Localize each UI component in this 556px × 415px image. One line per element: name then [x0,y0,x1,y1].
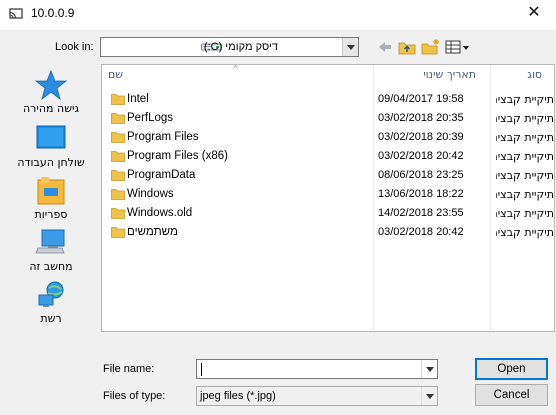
place-quick-access[interactable]: גישה מהירה [6,70,96,122]
folder-icon [111,227,125,238]
file-name: PerfLogs [127,112,174,124]
file-row[interactable]: Program Files 03/02/2018 20:39 תיקיית קבצי… [102,128,554,147]
file-date: 13/06/2018 18:22 [378,188,464,200]
look-in-label: Look in: [55,41,94,53]
sort-ascending-icon: ^ [233,64,238,75]
file-date: 03/02/2018 20:35 [378,112,464,124]
look-in-dropdown[interactable]: דיסק מקומי (C:) [100,37,359,57]
file-list[interactable]: שם ^ תאריך שינוי סוג Intel 09/04/2017 19:… [101,64,555,332]
star-icon [35,70,67,100]
place-label: מחשב זה [29,260,73,273]
chevron-down-icon[interactable] [421,360,437,378]
place-network[interactable]: רשת [6,280,96,332]
column-header-type[interactable]: סוג [490,65,554,86]
file-type: תיקיית קבצים [496,226,554,239]
up-folder-icon [398,42,416,55]
folder-icon [111,113,125,124]
cancel-button[interactable]: Cancel [475,384,548,406]
horizontal-scrollbar[interactable] [102,332,554,349]
folder-icon [111,170,125,181]
column-header-date[interactable]: תאריך שינוי [373,65,490,86]
file-name: משתמשים [127,226,178,238]
file-name: Windows [127,188,174,200]
place-libraries[interactable]: ספריות [6,176,96,228]
file-type: תיקיית קבצים [496,188,554,201]
file-name: ProgramData [127,169,196,181]
libraries-icon [37,177,65,205]
file-row[interactable]: Windows 13/06/2018 18:22 תיקיית קבצים [102,185,554,204]
file-type: תיקיית קבצים [496,207,554,220]
place-label: ספריות [34,208,68,221]
new-folder-button[interactable] [421,37,441,57]
file-date: 09/04/2017 19:58 [378,93,464,105]
file-date: 08/06/2018 23:25 [378,169,464,181]
file-type: תיקיית קבצים [496,112,554,125]
folder-icon [111,132,125,143]
file-name: Intel [127,93,149,105]
place-label: רשת [40,312,62,325]
folder-icon [111,189,125,200]
file-type: תיקיית קבצים [496,93,554,106]
files-of-type-label: Files of type: [103,390,166,402]
file-type: תיקיית קבצים [496,131,554,144]
file-name: Program Files (x86) [127,150,228,162]
look-in-value: דיסק מקומי (C:) [203,41,278,53]
folder-icon [111,151,125,162]
file-type: תיקיית קבצים [496,169,554,182]
file-name: Windows.old [127,207,193,219]
view-menu-icon [445,40,469,54]
close-icon: ✕ [527,4,541,21]
file-row[interactable]: Program Files (x86) 03/02/2018 20:42 תיקיי… [102,147,554,166]
place-label: גישה מהירה [23,102,79,115]
network-icon [38,281,64,307]
back-arrow-icon [379,42,391,52]
place-desktop[interactable]: שולחן העבודה [6,124,96,176]
chevron-down-icon[interactable] [342,38,358,56]
new-folder-icon [421,39,439,55]
files-of-type-dropdown[interactable]: jpeg files (*.jpg) [196,386,438,406]
files-of-type-value: jpeg files (*.jpg) [200,390,276,402]
title-bar: 10.0.0.9 ✕ [0,0,556,30]
view-menu-button[interactable] [444,37,472,57]
cast-icon [9,8,23,19]
file-name-input[interactable] [196,359,438,379]
place-this-pc[interactable]: מחשב זה [6,228,96,280]
file-row[interactable]: Windows.old 14/02/2018 23:55 תיקיית קבצים [102,204,554,223]
file-row[interactable]: Intel 09/04/2017 19:58 תיקיית קבצים [102,90,554,109]
place-label: שולחן העבודה [17,156,85,169]
chevron-down-icon[interactable] [421,387,437,405]
desktop-icon [36,125,66,149]
file-date: 03/02/2018 20:42 [378,226,464,238]
file-date: 14/02/2018 23:55 [378,207,464,219]
computer-icon [35,229,65,254]
file-type: תיקיית קבצים [496,150,554,163]
file-name: Program Files [127,131,199,143]
open-button[interactable]: Open [475,358,548,380]
up-folder-button[interactable] [398,37,416,57]
file-row[interactable]: משתמשים 03/02/2018 20:42 תיקיית קבצים [102,223,554,242]
back-button[interactable] [377,37,393,57]
file-date: 03/02/2018 20:39 [378,131,464,143]
places-bar: גישה מהירה שולחן העבודה ספריות מחשב זה ר… [6,66,96,336]
file-row[interactable]: PerfLogs 03/02/2018 20:35 תיקיית קבצים [102,109,554,128]
window-title: 10.0.0.9 [31,6,75,20]
close-button[interactable]: ✕ [512,0,556,29]
file-date: 03/02/2018 20:42 [378,150,464,162]
file-row[interactable]: ProgramData 08/06/2018 23:25 תיקיית קבצים [102,166,554,185]
text-caret [201,363,202,376]
file-name-label: File name: [103,363,155,375]
folder-icon [111,208,125,219]
folder-icon [111,94,125,105]
